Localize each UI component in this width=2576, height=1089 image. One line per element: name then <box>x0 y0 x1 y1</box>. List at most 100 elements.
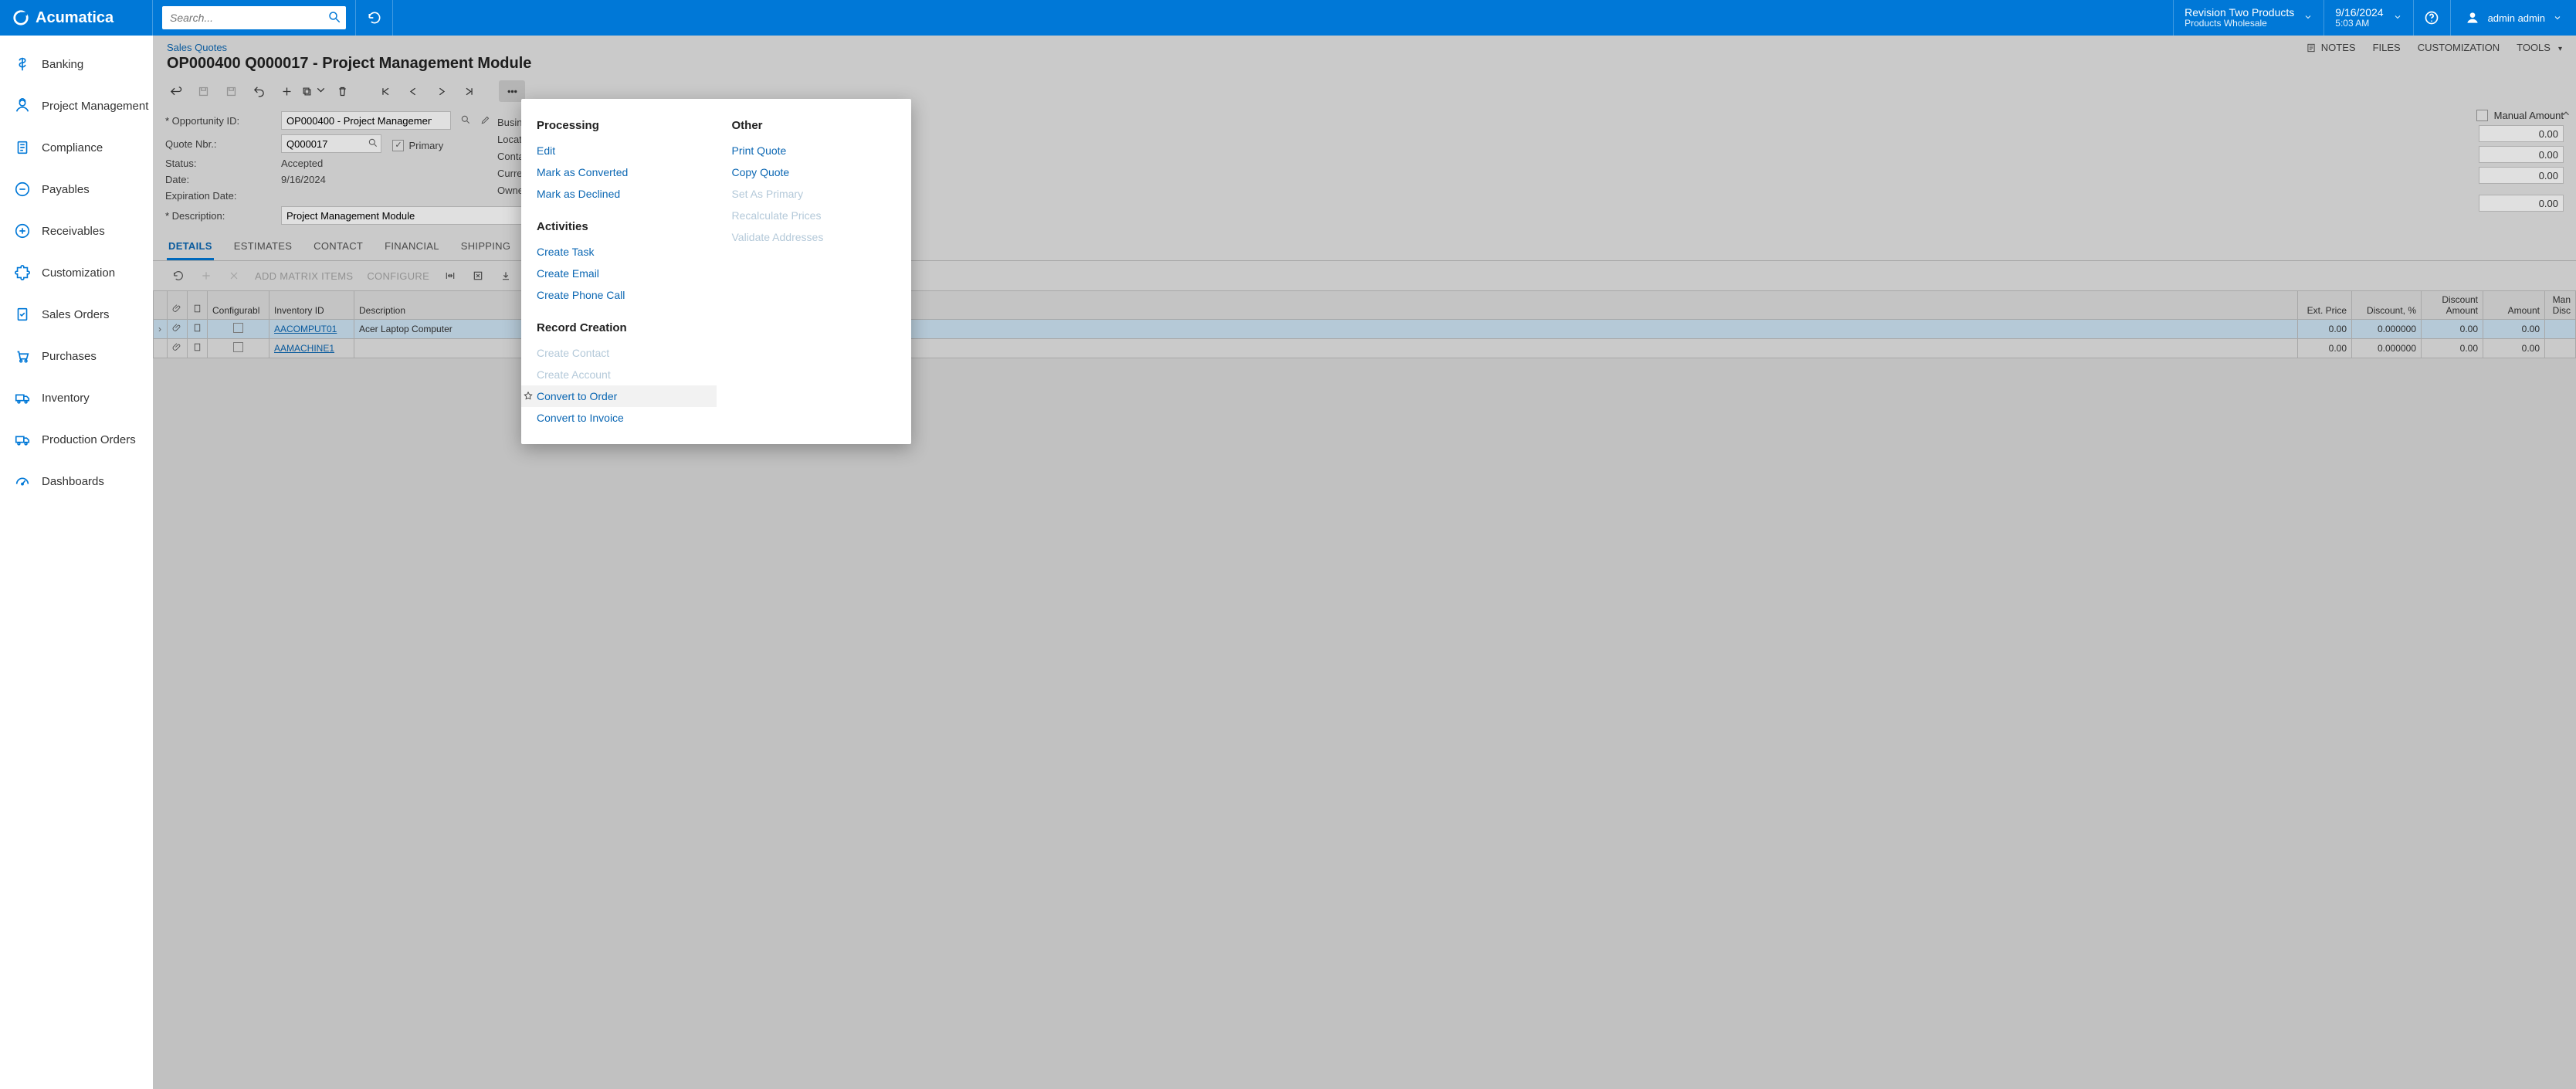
action-mark-converted[interactable]: Mark as Converted <box>537 161 701 183</box>
help-button[interactable] <box>2413 0 2450 36</box>
business-date[interactable]: 9/16/2024 5:03 AM <box>2323 0 2412 36</box>
sidebar-item-dashboards[interactable]: Dashboards <box>0 460 153 502</box>
col-configurable[interactable]: Configurabl <box>208 291 269 320</box>
action-edit[interactable]: Edit <box>537 140 701 161</box>
delete-button[interactable] <box>329 80 355 102</box>
fit-columns-button[interactable] <box>439 266 462 286</box>
discount-amount-cell[interactable]: 0.00 <box>2422 339 2483 358</box>
date-text: 9/16/2024 <box>2335 6 2383 19</box>
tab-estimates[interactable]: ESTIMATES <box>232 236 293 260</box>
other-heading: Other <box>732 119 897 132</box>
tab-financial[interactable]: FINANCIAL <box>383 236 441 260</box>
amount-cell[interactable]: 0.00 <box>2483 339 2545 358</box>
tenant-name: Revision Two Products <box>2185 6 2294 19</box>
configurable-checkbox[interactable] <box>233 342 243 352</box>
sidebar-item-production-orders[interactable]: Production Orders <box>0 419 153 460</box>
brand-text: Acumatica <box>36 9 114 27</box>
sidebar-item-label: Receivables <box>42 225 105 238</box>
star-icon <box>523 391 534 404</box>
paperclip-icon[interactable] <box>172 324 182 335</box>
search-icon[interactable] <box>460 114 471 127</box>
primary-checkbox[interactable]: Primary <box>392 140 443 151</box>
user-menu[interactable]: admin admin <box>2450 0 2576 36</box>
action-print-quote[interactable]: Print Quote <box>732 140 897 161</box>
sidebar-item-receivables[interactable]: Receivables <box>0 210 153 252</box>
col-expand[interactable] <box>154 291 168 320</box>
next-record-button[interactable] <box>428 80 454 102</box>
brand-logo[interactable]: Acumatica <box>0 0 153 36</box>
sidebar-item-customization[interactable]: Customization <box>0 252 153 293</box>
action-create-phone-call[interactable]: Create Phone Call <box>537 284 701 306</box>
col-amount[interactable]: Amount <box>2483 291 2545 320</box>
grid-more-button[interactable] <box>494 266 517 286</box>
tools-button[interactable]: TOOLS <box>2517 42 2562 53</box>
configurable-checkbox[interactable] <box>233 323 243 333</box>
tab-shipping[interactable]: SHIPPING <box>459 236 513 260</box>
last-record-button[interactable] <box>456 80 482 102</box>
note-icon[interactable] <box>192 324 202 335</box>
col-discount-pct[interactable]: Discount, % <box>2352 291 2422 320</box>
first-record-button[interactable] <box>372 80 398 102</box>
description-input[interactable] <box>281 206 528 225</box>
discount-pct-cell[interactable]: 0.000000 <box>2352 339 2422 358</box>
ext-price-cell[interactable]: 0.00 <box>2298 320 2352 339</box>
action-convert-to-invoice[interactable]: Convert to Invoice <box>537 407 701 429</box>
col-inventory-id[interactable]: Inventory ID <box>269 291 354 320</box>
grid-refresh-button[interactable] <box>167 266 190 286</box>
note-icon[interactable] <box>192 344 202 355</box>
refresh-button[interactable] <box>356 0 393 36</box>
action-copy-quote[interactable]: Copy Quote <box>732 161 897 183</box>
amount-cell[interactable]: 0.00 <box>2483 320 2545 339</box>
pencil-icon[interactable] <box>480 114 491 127</box>
col-note[interactable] <box>188 291 208 320</box>
sidebar-item-banking[interactable]: Banking <box>0 43 153 85</box>
processing-heading: Processing <box>537 119 701 132</box>
notes-button[interactable]: NOTES <box>2306 42 2356 53</box>
undo-button[interactable] <box>246 80 272 102</box>
tab-details[interactable]: DETAILS <box>167 236 214 260</box>
inventory-id-link[interactable]: AACOMPUT01 <box>269 320 354 339</box>
back-button[interactable] <box>162 80 188 102</box>
sidebar-item-inventory[interactable]: Inventory <box>0 377 153 419</box>
search-icon[interactable] <box>327 10 341 26</box>
discount-amount-cell[interactable]: 0.00 <box>2422 320 2483 339</box>
discount-pct-cell[interactable]: 0.000000 <box>2352 320 2422 339</box>
opportunity-id-input[interactable] <box>281 111 451 130</box>
date-value: 9/16/2024 <box>281 174 474 185</box>
files-button[interactable]: FILES <box>2373 42 2401 53</box>
sidebar-item-compliance[interactable]: Compliance <box>0 127 153 168</box>
inventory-id-link[interactable]: AAMACHINE1 <box>269 339 354 358</box>
customization-button[interactable]: CUSTOMIZATION <box>2418 42 2500 53</box>
paperclip-icon[interactable] <box>172 344 182 355</box>
col-attach[interactable] <box>168 291 188 320</box>
prev-record-button[interactable] <box>400 80 426 102</box>
quote-nbr-input[interactable] <box>281 134 381 153</box>
sidebar-item-purchases[interactable]: Purchases <box>0 335 153 377</box>
tab-contact[interactable]: CONTACT <box>312 236 364 260</box>
col-man-disc[interactable]: ManDisc <box>2545 291 2576 320</box>
ext-price-cell[interactable]: 0.00 <box>2298 339 2352 358</box>
sidebar-item-payables[interactable]: Payables <box>0 168 153 210</box>
search-box[interactable] <box>162 6 346 29</box>
action-recalculate-prices: Recalculate Prices <box>732 205 897 226</box>
search-icon[interactable] <box>368 137 378 151</box>
sidebar-item-sales-orders[interactable]: Sales Orders <box>0 293 153 335</box>
action-create-task[interactable]: Create Task <box>537 241 701 263</box>
manual-amount-checkbox[interactable] <box>2476 110 2488 121</box>
copy-button[interactable] <box>301 80 327 102</box>
col-discount-amount[interactable]: DiscountAmount <box>2422 291 2483 320</box>
tenant-selector[interactable]: Revision Two Products Products Wholesale <box>2173 0 2323 36</box>
breadcrumb[interactable]: Sales Quotes <box>167 42 2306 53</box>
col-ext-price[interactable]: Ext. Price <box>2298 291 2352 320</box>
sidebar-item-project-management[interactable]: Project Management <box>0 85 153 127</box>
table-row[interactable]: › AACOMPUT01 Acer Laptop Computer 0.00 0… <box>154 320 2576 339</box>
table-row[interactable]: AAMACHINE1 0.00 0.000000 0.00 0.00 <box>154 339 2576 358</box>
action-convert-to-order[interactable]: Convert to Order <box>521 385 717 407</box>
export-excel-button[interactable] <box>466 266 490 286</box>
action-create-email[interactable]: Create Email <box>537 263 701 284</box>
grid-add-row-button <box>195 266 218 286</box>
row-expand-button[interactable]: › <box>154 320 168 339</box>
insert-button[interactable] <box>273 80 300 102</box>
action-mark-declined[interactable]: Mark as Declined <box>537 183 701 205</box>
search-input[interactable] <box>170 12 327 24</box>
